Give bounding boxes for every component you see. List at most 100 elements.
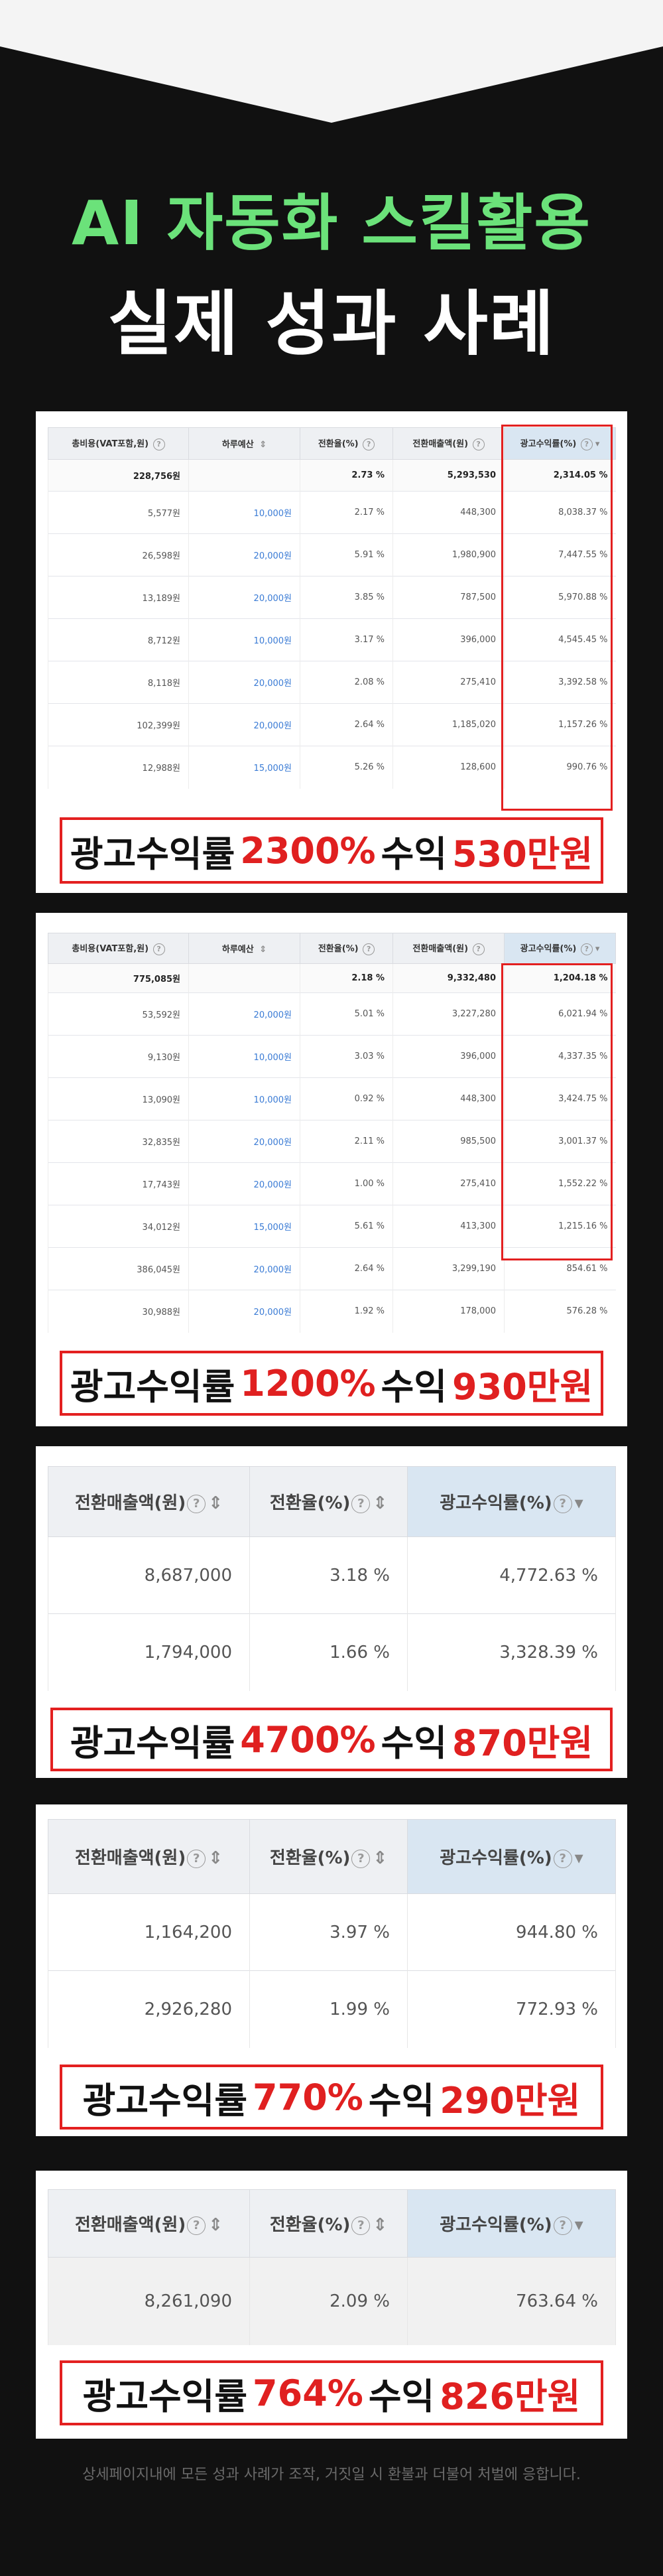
help-icon[interactable]: ? [363, 943, 375, 955]
cell: 3,328.39 % [407, 1613, 616, 1691]
cell: 34,012원 [48, 1205, 189, 1248]
sort-icon[interactable]: ⇕ [373, 1848, 387, 1868]
cell [188, 963, 300, 993]
case3-table: 전환매출액(원)? ⇕ 전환율(%)? ⇕ 광고수익률(%)? ▾ 8,687,000… [48, 1466, 616, 1691]
cell: 5,293,530 [392, 459, 505, 492]
col-header[interactable]: 전환율(%)? ⇕ [249, 1466, 408, 1537]
col-header[interactable]: 전환매출액(원) ? [392, 933, 505, 964]
cell: 1.99 % [249, 1970, 408, 2048]
help-icon[interactable]: ? [472, 943, 485, 955]
cell: 386,045원 [48, 1247, 189, 1290]
highlight-frame [501, 425, 613, 811]
budget-link[interactable]: 20,000원 [188, 1247, 300, 1290]
col-header[interactable]: 전환매출액(원)? ⇕ [48, 1819, 250, 1894]
help-icon[interactable]: ? [472, 438, 485, 450]
sort-icon[interactable]: ⇕ [208, 1848, 223, 1868]
col-header[interactable]: 전환매출액(원) ? [392, 427, 505, 460]
col-header-sorted[interactable]: 광고수익률(%)? ▾ [407, 1466, 616, 1537]
cell: 2.11 % [300, 1120, 393, 1163]
col-header[interactable]: 전환매출액(원)? ⇕ [48, 2189, 250, 2258]
sort-icon[interactable]: ⇕ [259, 945, 267, 955]
col-header[interactable]: 전환율(%)? ⇕ [249, 2189, 408, 2258]
col-header-sorted[interactable]: 광고수익률(%) ? ▾ [504, 933, 616, 964]
col-header[interactable]: 하루예산 ⇕ [188, 427, 300, 460]
help-icon[interactable]: ? [363, 438, 375, 450]
col-header[interactable]: 하루예산 ⇕ [188, 933, 300, 964]
sort-desc-icon[interactable]: ▾ [575, 1848, 583, 1868]
col-header[interactable]: 총비용(VAT포함,원) ? [48, 933, 189, 964]
help-icon[interactable]: ? [187, 2216, 206, 2235]
col-header[interactable]: 전환율(%) ? [300, 427, 393, 460]
help-icon[interactable]: ? [152, 943, 165, 955]
budget-link[interactable]: 15,000원 [188, 746, 300, 789]
budget-link[interactable]: 15,000원 [188, 1205, 300, 1248]
budget-link[interactable]: 20,000원 [188, 992, 300, 1036]
result-caption: 광고수익률 1200% 수익 930만원 [60, 1351, 603, 1416]
result-caption: 광고수익률 2300% 수익 530만원 [60, 817, 603, 884]
cell: 2,926,280 [48, 1970, 250, 2048]
col-header[interactable]: 전환율(%) ? [300, 933, 393, 964]
help-icon[interactable]: ? [553, 1494, 572, 1513]
cell: 1,164,200 [48, 1893, 250, 1971]
sort-icon[interactable]: ⇕ [208, 2215, 223, 2235]
cell: 3,227,280 [392, 992, 505, 1036]
col-header[interactable]: 총비용(VAT포함,원) ? [48, 427, 189, 460]
cell: 413,300 [392, 1205, 505, 1248]
help-icon[interactable]: ? [553, 2216, 572, 2235]
cell: 3.85 % [300, 576, 393, 619]
cell: 396,000 [392, 1035, 505, 1078]
case4-table: 전환매출액(원)? ⇕ 전환율(%)? ⇕ 광고수익률(%)? ▾ 1,164,200… [48, 1819, 616, 2048]
cell: 8,687,000 [48, 1536, 250, 1614]
case-card-1: 총비용(VAT포함,원) ? 하루예산 ⇕ 전환율(%) ? 전환매출액(원) … [36, 411, 627, 893]
col-header[interactable]: 전환매출액(원)? ⇕ [48, 1466, 250, 1537]
result-caption: 광고수익률 764% 수익 826만원 [60, 2360, 603, 2425]
col-header-sorted[interactable]: 광고수익률(%)? ▾ [407, 2189, 616, 2258]
cell: 576.28 % [504, 1290, 616, 1333]
budget-link[interactable]: 20,000원 [188, 1120, 300, 1163]
cell: 1.92 % [300, 1290, 393, 1333]
sort-icon[interactable]: ⇕ [373, 1493, 387, 1513]
budget-link[interactable]: 10,000원 [188, 618, 300, 661]
cell [188, 459, 300, 492]
help-icon[interactable]: ? [553, 1849, 572, 1868]
col-header[interactable]: 전환율(%)? ⇕ [249, 1819, 408, 1894]
table-row: 2,926,280 1.99 % 772.93 % [48, 1970, 616, 2048]
cell: 3.17 % [300, 618, 393, 661]
help-icon[interactable]: ? [187, 1849, 206, 1868]
result-caption: 광고수익률 770% 수익 290만원 [60, 2065, 603, 2130]
cell: 4,772.63 % [407, 1536, 616, 1614]
budget-link[interactable]: 10,000원 [188, 1035, 300, 1078]
help-icon[interactable]: ? [351, 2216, 371, 2235]
budget-link[interactable]: 20,000원 [188, 1162, 300, 1205]
col-header-sorted[interactable]: 광고수익률(%)? ▾ [407, 1819, 616, 1894]
highlight-frame [501, 963, 613, 1260]
cell: 275,410 [392, 1162, 505, 1205]
budget-link[interactable]: 10,000원 [188, 1077, 300, 1120]
help-icon[interactable]: ? [580, 943, 593, 955]
help-icon[interactable]: ? [351, 1849, 371, 1868]
sort-desc-icon[interactable]: ▾ [575, 1493, 583, 1513]
top-banner [0, 0, 663, 123]
cell: 0.92 % [300, 1077, 393, 1120]
budget-link[interactable]: 20,000원 [188, 533, 300, 576]
sort-desc-icon[interactable]: ▾ [595, 944, 600, 954]
help-icon[interactable]: ? [187, 1494, 206, 1513]
cell: 13,189원 [48, 576, 189, 619]
help-icon[interactable]: ? [152, 438, 165, 450]
sort-icon[interactable]: ⇕ [259, 440, 267, 450]
sort-icon[interactable]: ⇕ [373, 2215, 387, 2235]
help-icon[interactable]: ? [351, 1494, 371, 1513]
cell: 3.18 % [249, 1536, 408, 1614]
case5-table: 전환매출액(원)? ⇕ 전환율(%)? ⇕ 광고수익률(%)? ▾ 8,261,090… [48, 2189, 616, 2345]
cell: 5.01 % [300, 992, 393, 1036]
sort-desc-icon[interactable]: ▾ [575, 2215, 583, 2235]
budget-link[interactable]: 20,000원 [188, 661, 300, 704]
cell: 1,794,000 [48, 1613, 250, 1691]
sort-icon[interactable]: ⇕ [208, 1493, 223, 1513]
budget-link[interactable]: 20,000원 [188, 576, 300, 619]
budget-link[interactable]: 20,000원 [188, 703, 300, 746]
case-card-5: 전환매출액(원)? ⇕ 전환율(%)? ⇕ 광고수익률(%)? ▾ 8,261,090… [36, 2171, 627, 2439]
cell: 228,756원 [48, 459, 189, 492]
budget-link[interactable]: 20,000원 [188, 1290, 300, 1333]
budget-link[interactable]: 10,000원 [188, 491, 300, 534]
